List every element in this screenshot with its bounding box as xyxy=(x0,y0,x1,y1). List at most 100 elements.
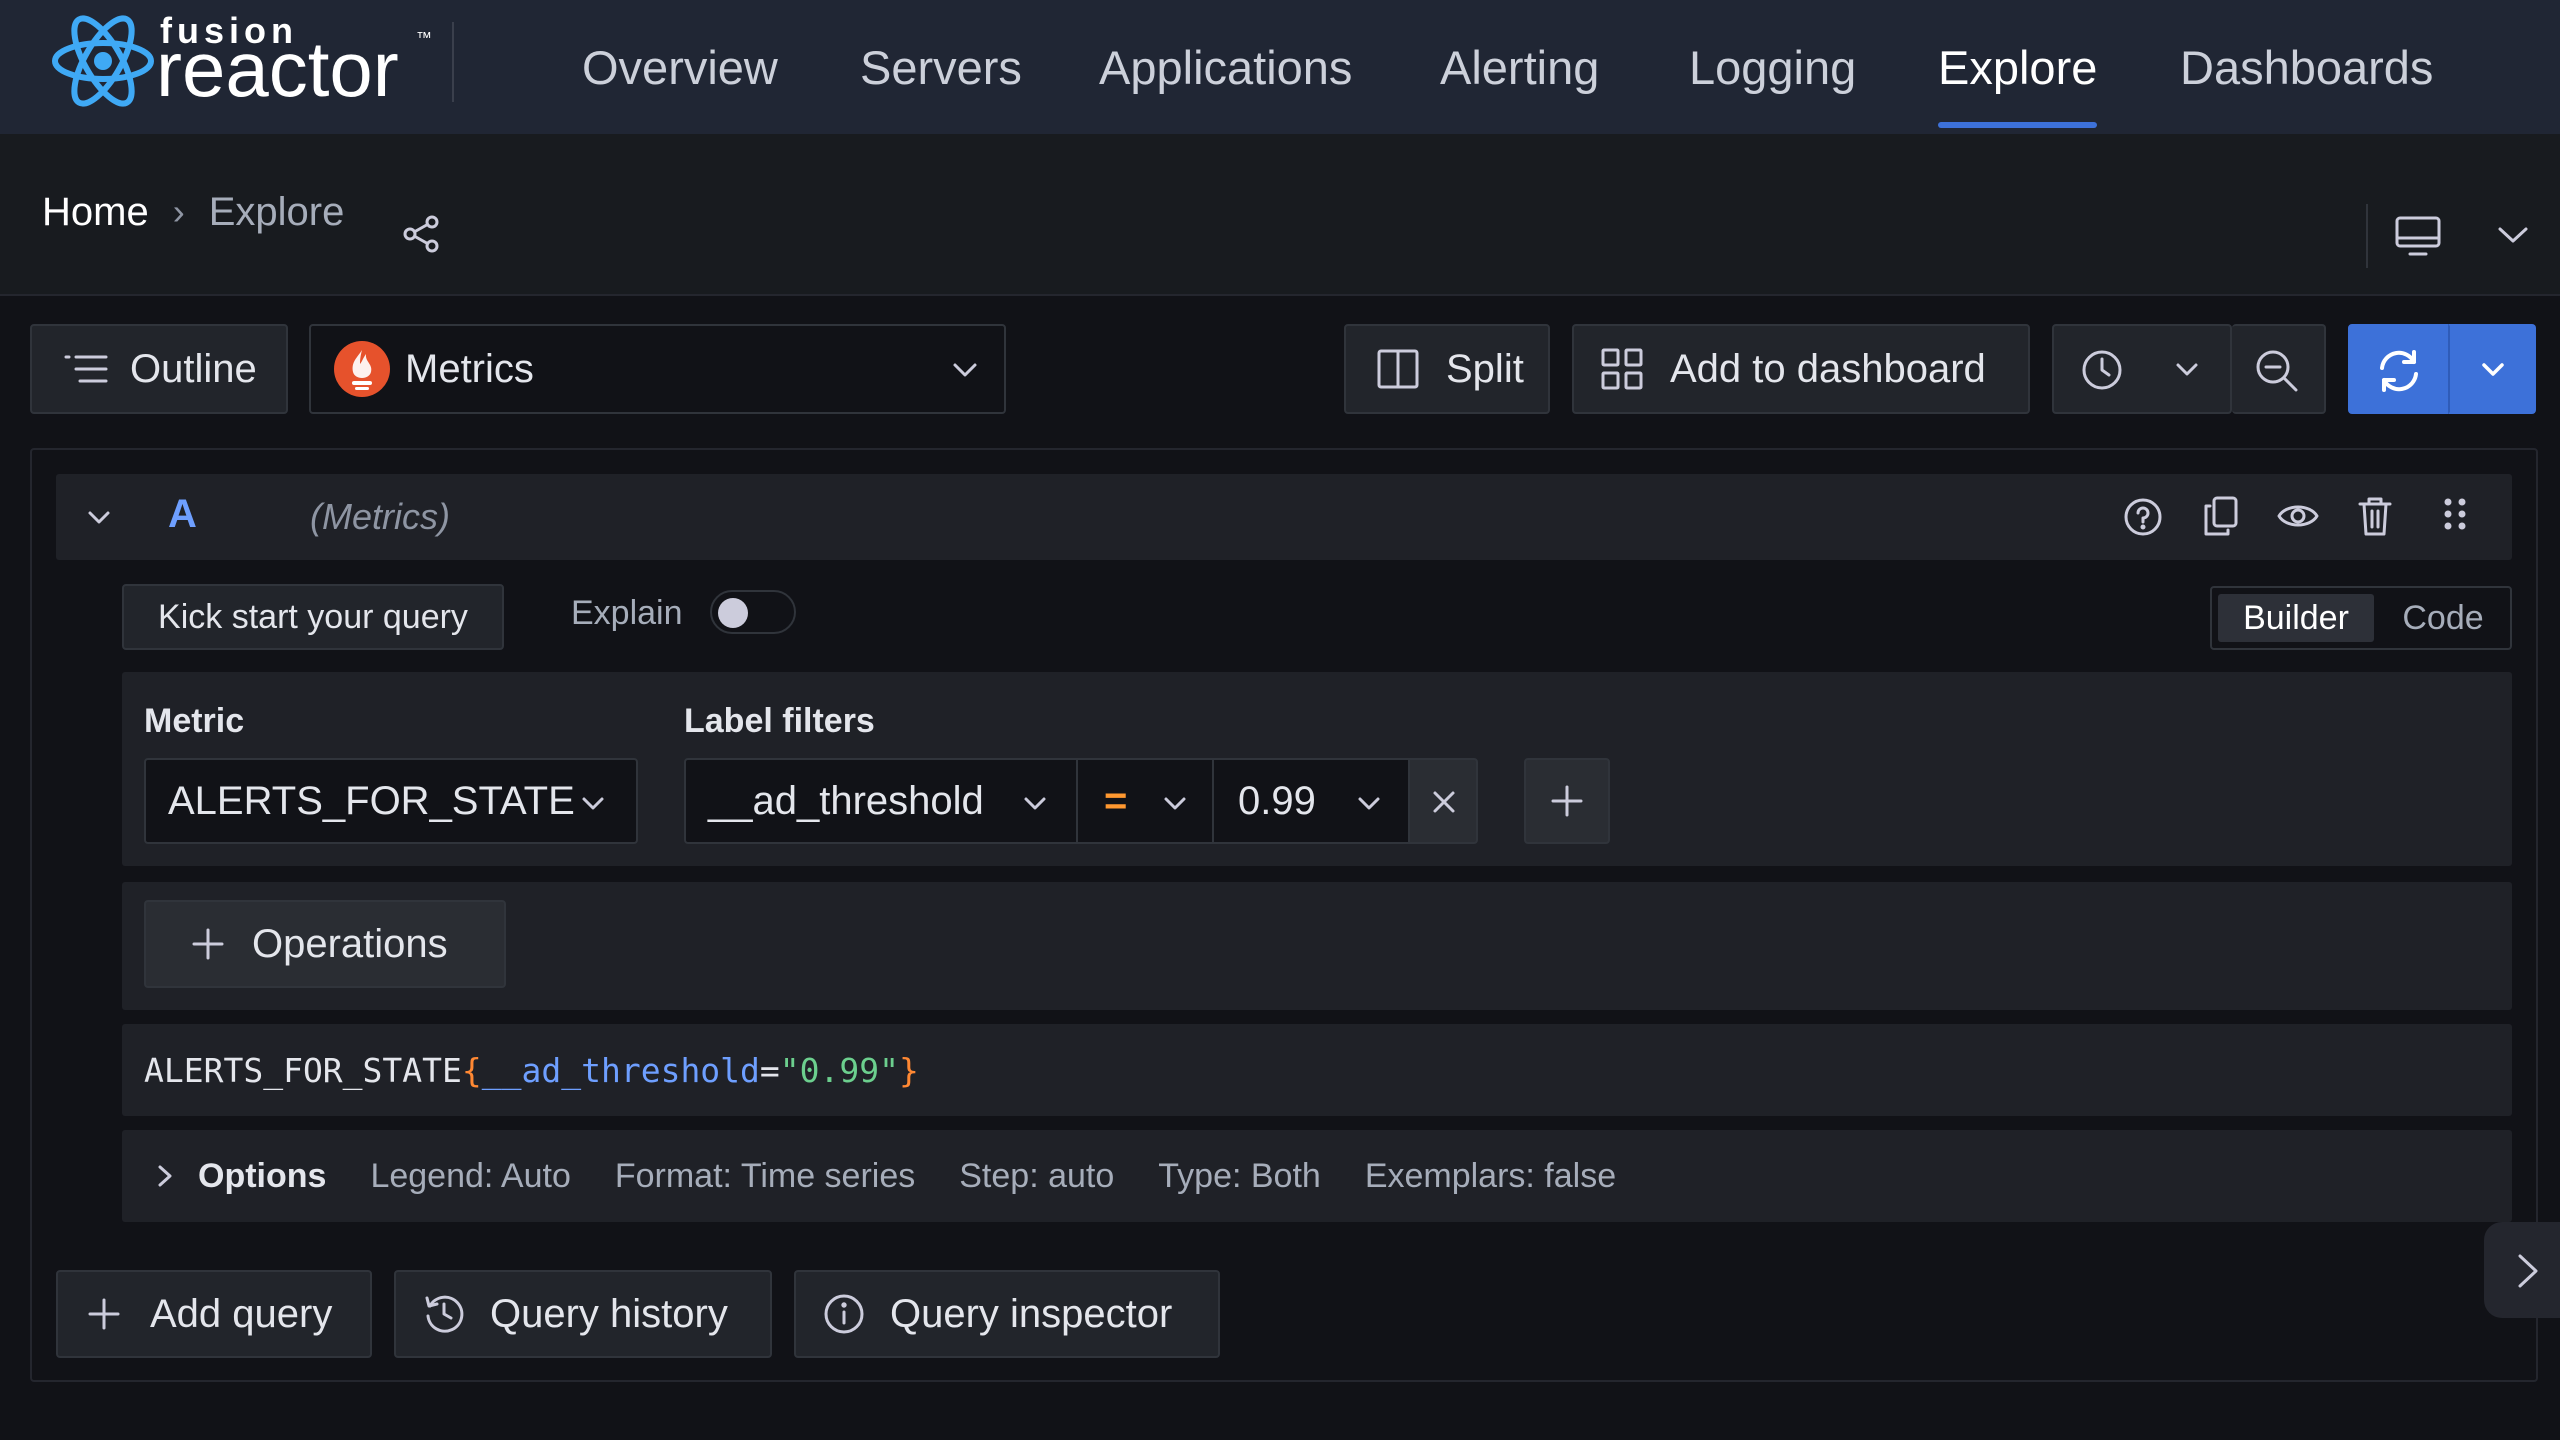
run-query-button[interactable] xyxy=(2348,324,2448,414)
nav-item-applications[interactable]: Applications xyxy=(1099,0,1352,134)
query-datasource-hint: (Metrics) xyxy=(310,496,450,537)
query-options-row[interactable]: Options Legend: Auto Format: Time series… xyxy=(122,1130,2512,1222)
operations-section: Operations xyxy=(122,882,2512,1010)
datasource-name: Metrics xyxy=(405,346,534,391)
nav-item-dashboards[interactable]: Dashboards xyxy=(2180,0,2433,134)
chevron-right-icon xyxy=(158,1165,172,1187)
outline-button[interactable]: Outline xyxy=(30,324,288,414)
remove-filter-button[interactable] xyxy=(1408,758,1478,844)
add-to-dashboard-label: Add to dashboard xyxy=(1670,346,1986,391)
collapse-chevron-icon[interactable] xyxy=(86,508,112,528)
info-icon xyxy=(824,1294,864,1334)
option-exemplars: Exemplars: false xyxy=(1364,1156,1617,1195)
chevron-down-icon xyxy=(2176,363,2198,376)
time-picker-button[interactable] xyxy=(2052,324,2232,414)
label-value-select[interactable]: 0.99 xyxy=(1212,758,1410,844)
clock-icon xyxy=(2082,350,2122,390)
add-to-dashboard-button[interactable]: Add to dashboard xyxy=(1572,324,2030,414)
metric-value: ALERTS_FOR_STATE xyxy=(168,778,575,823)
nav-item-label: Dashboards xyxy=(2180,40,2434,94)
option-format: Format: Time series xyxy=(614,1156,916,1195)
split-button[interactable]: Split xyxy=(1344,324,1550,414)
zoom-out-button[interactable] xyxy=(2232,324,2326,414)
eye-icon[interactable] xyxy=(2276,498,2320,534)
prometheus-icon xyxy=(334,341,390,397)
nav-item-explore[interactable]: Explore xyxy=(1938,0,2098,134)
datasource-picker[interactable]: Metrics xyxy=(309,324,1006,414)
nav-item-alerting[interactable]: Alerting xyxy=(1440,0,1599,134)
chevron-down-icon xyxy=(582,797,604,810)
query-preview: ALERTS_FOR_STATE { __ad_threshold = "0.9… xyxy=(122,1024,2512,1116)
option-type: Type: Both xyxy=(1158,1156,1321,1195)
nav-item-label: Applications xyxy=(1099,40,1353,94)
explain-toggle[interactable] xyxy=(710,590,796,634)
toolbar-divider xyxy=(2366,204,2368,268)
preview-label-key: __ad_threshold xyxy=(481,1050,760,1090)
metric-filters-section: Metric Label filters ALERTS_FOR_STATE __… xyxy=(122,672,2512,866)
label-operator-select[interactable]: = xyxy=(1076,758,1214,844)
metric-select[interactable]: ALERTS_FOR_STATE xyxy=(144,758,638,844)
split-icon xyxy=(1377,349,1419,389)
kick-start-label: Kick start your query xyxy=(158,597,468,636)
trash-icon[interactable] xyxy=(2356,494,2394,538)
nav-item-label: Logging xyxy=(1689,40,1857,94)
builder-mode-tab[interactable]: Builder xyxy=(2218,594,2374,642)
label-operator-value: = xyxy=(1104,778,1128,823)
kick-start-query-button[interactable]: Kick start your query xyxy=(122,584,504,650)
grid-icon xyxy=(1601,348,1643,390)
chevron-down-icon xyxy=(1024,797,1046,810)
preview-label-value: "0.99" xyxy=(779,1050,900,1090)
drag-handle-icon[interactable] xyxy=(2440,496,2470,540)
plus-icon xyxy=(192,928,224,960)
list-icon xyxy=(64,355,108,383)
monitor-icon[interactable] xyxy=(2394,214,2442,258)
breadcrumb-home[interactable]: Home xyxy=(42,190,149,235)
logo-trademark: ™ xyxy=(416,30,432,47)
content-outline-expand-tab[interactable] xyxy=(2484,1222,2560,1318)
nav-item-label: Alerting xyxy=(1440,40,1600,94)
explain-label: Explain xyxy=(571,594,683,632)
duplicate-icon[interactable] xyxy=(2200,494,2242,538)
outline-label: Outline xyxy=(130,346,257,391)
split-label: Split xyxy=(1446,346,1524,391)
nav-item-label: Explore xyxy=(1938,40,2098,94)
label-filter-value: 0.99 xyxy=(1238,778,1316,823)
breadcrumb: Home › Explore xyxy=(42,182,344,242)
explain-toggle-knob xyxy=(718,598,748,628)
chevron-down-icon xyxy=(953,363,977,377)
zoom-out-icon xyxy=(2256,350,2298,392)
metric-label: Metric xyxy=(144,702,245,740)
preview-equals: = xyxy=(759,1050,780,1090)
nav-item-servers[interactable]: Servers xyxy=(860,0,1022,134)
breadcrumb-current: Explore xyxy=(208,189,345,234)
chevron-down-icon xyxy=(1164,797,1186,810)
query-history-label: Query history xyxy=(490,1291,728,1336)
preview-close-brace: } xyxy=(899,1050,919,1090)
operations-button[interactable]: Operations xyxy=(144,900,506,988)
code-mode-tab[interactable]: Code xyxy=(2380,594,2506,642)
nav-item-logging[interactable]: Logging xyxy=(1689,0,1856,134)
breadcrumb-separator: › xyxy=(172,191,185,232)
query-row-header: A (Metrics) xyxy=(56,474,2512,560)
add-query-label: Add query xyxy=(150,1291,333,1336)
chevron-down-icon xyxy=(1358,797,1380,810)
active-nav-indicator xyxy=(1938,122,2098,128)
fusionreactor-logo[interactable]: fusion reactor ™ xyxy=(48,6,438,116)
editor-mode-switch: Builder Code xyxy=(2210,586,2512,650)
help-icon[interactable] xyxy=(2122,496,2164,538)
query-history-button[interactable]: Query history xyxy=(394,1270,772,1358)
breadcrumb-bar: Home › Explore xyxy=(0,134,2560,296)
nav-item-overview[interactable]: Overview xyxy=(582,0,778,134)
query-ref-id[interactable]: A xyxy=(168,492,197,537)
label-key-value: __ad_threshold xyxy=(708,778,984,823)
preview-open-brace: { xyxy=(461,1050,482,1090)
add-filter-button[interactable] xyxy=(1524,758,1610,844)
refresh-interval-dropdown[interactable] xyxy=(2448,324,2536,414)
plus-icon xyxy=(1551,785,1583,817)
nav-item-label: Servers xyxy=(860,40,1022,94)
query-inspector-button[interactable]: Query inspector xyxy=(794,1270,1220,1358)
add-query-button[interactable]: Add query xyxy=(56,1270,372,1358)
share-icon[interactable] xyxy=(402,214,442,254)
chevron-down-icon[interactable] xyxy=(2496,224,2530,246)
label-key-select[interactable]: __ad_threshold xyxy=(684,758,1078,844)
